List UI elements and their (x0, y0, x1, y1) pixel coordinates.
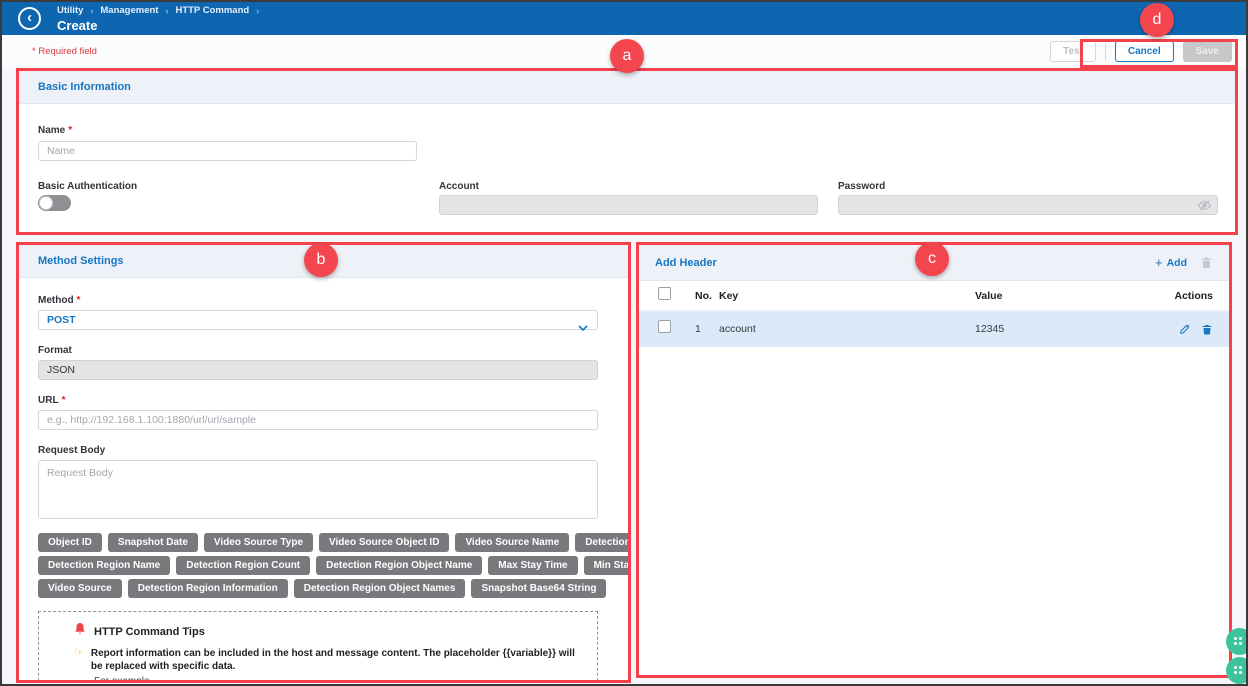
password-label: Password (838, 181, 885, 192)
name-input[interactable] (38, 141, 417, 161)
breadcrumb-item-utility[interactable]: Utility (57, 5, 83, 16)
required-asterisk: * (77, 295, 81, 306)
method-settings-title: Method Settings (38, 255, 124, 267)
tips-title: HTTP Command Tips (94, 626, 205, 638)
toolbar-divider (1105, 44, 1106, 60)
header-table-row[interactable]: 1 account 12345 (639, 311, 1229, 347)
tag-video-source-type[interactable]: Video Source Type (204, 533, 313, 552)
dots-icon (1234, 666, 1237, 669)
tips-text: Report information can be included in th… (91, 647, 585, 673)
breadcrumb-separator-icon: › (165, 6, 168, 16)
breadcrumb-separator-icon: › (90, 6, 93, 16)
back-button[interactable]: ‹ (18, 7, 41, 30)
required-asterisk: * (62, 395, 66, 406)
required-asterisk: * (68, 125, 72, 136)
pointing-hand-icon: ☞ (74, 647, 84, 660)
tag-video-source[interactable]: Video Source (38, 579, 122, 598)
basic-information-header: Basic Information (19, 71, 1235, 104)
tag-video-source-object-id[interactable]: Video Source Object ID (319, 533, 449, 552)
delete-row-icon[interactable] (1201, 323, 1213, 336)
password-input (838, 195, 1218, 215)
request-body-textarea[interactable] (38, 460, 598, 519)
dots-icon (1234, 637, 1237, 640)
back-chevron-icon: ‹ (27, 10, 32, 25)
add-header-section: Add Header + Add No. Key Value Actions 1… (636, 242, 1232, 678)
row-value: 12345 (975, 323, 1155, 335)
tag-detection-region-object-name[interactable]: Detection Region Object Name (316, 556, 482, 575)
add-header-title: Add Header (655, 257, 717, 269)
column-actions: Actions (1155, 290, 1213, 302)
tag-detection-region-name[interactable]: Detection Region Name (38, 556, 170, 575)
tag-detection-region-information[interactable]: Detection Region Information (128, 579, 288, 598)
account-input (439, 195, 818, 215)
floating-widget-button-top[interactable] (1226, 628, 1248, 655)
url-label: URL* (38, 395, 609, 406)
toggle-knob (39, 196, 53, 210)
format-input (38, 360, 598, 380)
tag-detection-region-count[interactable]: Detection Region Count (176, 556, 310, 575)
delete-selected-icon[interactable] (1200, 256, 1213, 269)
breadcrumb-item-management[interactable]: Management (100, 5, 158, 16)
url-input[interactable] (38, 410, 598, 430)
row-key: account (719, 323, 975, 335)
plus-icon: + (1155, 256, 1163, 269)
tag-min-stay-time[interactable]: Min Stay Time (584, 556, 631, 575)
tag-video-source-name[interactable]: Video Source Name (455, 533, 569, 552)
tag-detection-region-object-names[interactable]: Detection Region Object Names (294, 579, 466, 598)
method-label: Method* (38, 295, 609, 306)
placeholder-tags: Object ID Snapshot Date Video Source Typ… (38, 533, 609, 598)
page-title: Create (57, 18, 259, 33)
select-all-checkbox[interactable] (658, 287, 671, 300)
tag-snapshot-base64-string[interactable]: Snapshot Base64 String (471, 579, 606, 598)
chevron-down-icon (578, 318, 588, 336)
basic-authentication-label: Basic Authentication (38, 181, 137, 192)
account-label: Account (439, 181, 479, 192)
annotation-circle-b: b (304, 243, 338, 277)
basic-information-title: Basic Information (38, 81, 131, 93)
breadcrumb-item-http-command[interactable]: HTTP Command (175, 5, 249, 16)
bell-icon (74, 623, 86, 641)
eye-off-icon (1198, 199, 1211, 217)
method-selected-value: POST (47, 314, 76, 326)
row-no: 1 (695, 323, 719, 335)
breadcrumb: Utility › Management › HTTP Command › (57, 5, 259, 16)
request-body-label: Request Body (38, 445, 609, 456)
header-table-head: No. Key Value Actions (639, 281, 1229, 311)
row-checkbox[interactable] (658, 320, 671, 333)
test-button[interactable]: Test (1050, 41, 1096, 62)
column-value: Value (975, 290, 1155, 302)
add-header-add-button[interactable]: + Add (1155, 256, 1187, 269)
required-field-note: * Required field (32, 46, 97, 57)
basic-authentication-toggle[interactable] (38, 195, 71, 211)
tag-object-id[interactable]: Object ID (38, 533, 102, 552)
column-no: No. (695, 290, 719, 302)
edit-row-icon[interactable] (1179, 323, 1191, 336)
floating-widget-button-bottom[interactable] (1226, 657, 1248, 684)
save-button[interactable]: Save (1183, 41, 1232, 62)
top-navigation-bar: ‹ Utility › Management › HTTP Command › … (2, 2, 1246, 35)
http-command-tips-box: HTTP Command Tips ☞ Report information c… (38, 611, 598, 683)
breadcrumb-separator-icon: › (256, 6, 259, 16)
method-select[interactable]: POST (38, 310, 598, 330)
tips-example-label: For example (94, 676, 585, 683)
name-label: Name* (38, 125, 72, 136)
format-label: Format (38, 345, 609, 356)
cancel-button[interactable]: Cancel (1115, 41, 1174, 62)
column-key: Key (719, 290, 975, 302)
basic-information-section: Basic Information Name* Basic Authentica… (16, 68, 1238, 235)
tag-snapshot-date[interactable]: Snapshot Date (108, 533, 198, 552)
tag-detection-region-object-id[interactable]: Detection Region Object ID (575, 533, 631, 552)
method-settings-section: Method Settings Method* POST Format (16, 242, 631, 683)
http-command-create-page: ‹ Utility › Management › HTTP Command › … (0, 0, 1248, 686)
tag-max-stay-time[interactable]: Max Stay Time (488, 556, 577, 575)
annotation-circle-d: d (1140, 3, 1174, 37)
annotation-circle-c: c (915, 242, 949, 276)
annotation-circle-a: a (610, 39, 644, 73)
